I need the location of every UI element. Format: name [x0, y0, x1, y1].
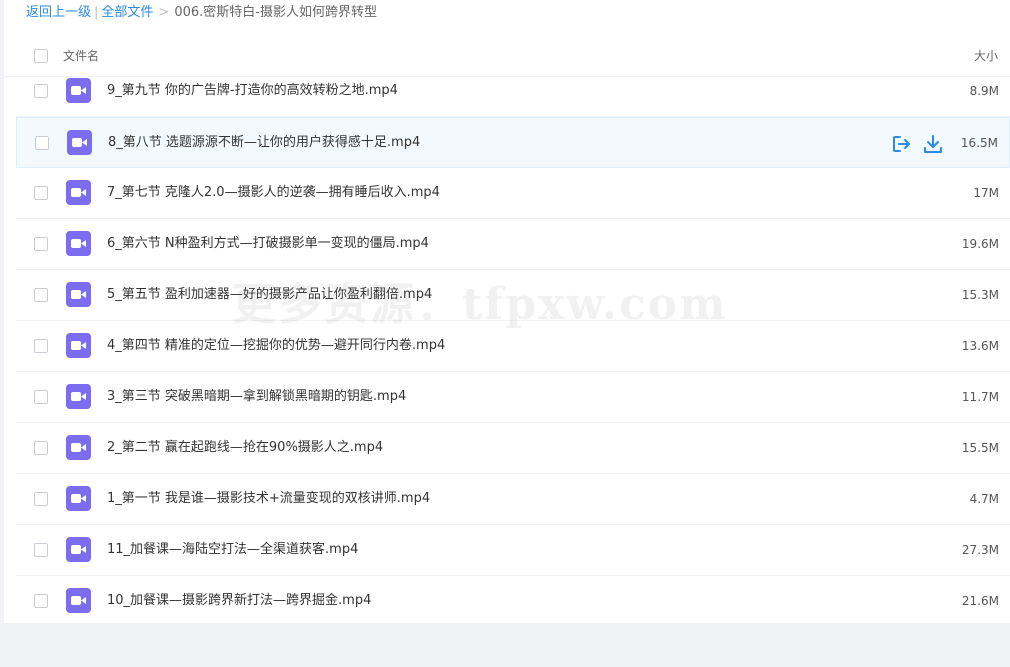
file-name[interactable]: 11_加餐课—海陆空打法—全渠道获客.mp4 [107, 541, 358, 559]
file-size: 17M [973, 186, 999, 200]
video-icon [66, 588, 91, 613]
file-row[interactable]: 11_加餐课—海陆空打法—全渠道获客.mp4 27.3M [16, 525, 1010, 576]
file-size: 19.6M [961, 237, 999, 251]
row-checkbox[interactable] [34, 492, 48, 506]
file-size: 13.6M [961, 339, 999, 353]
file-size: 15.5M [961, 441, 999, 455]
file-list-panel: 返回上一级 | 全部文件 >006.密斯特白-摄影人如何跨界转型 文件名 大小 9_第… [4, 0, 1010, 627]
video-icon [67, 130, 92, 155]
file-size: 11.7M [961, 390, 999, 404]
row-checkbox[interactable] [34, 339, 48, 353]
all-files-link[interactable]: 全部文件 [101, 5, 153, 20]
file-row[interactable]: 8_第八节 选题源源不断—让你的用户获得感十足.mp4 16.5M [16, 117, 1010, 168]
file-row[interactable]: 1_第一节 我是谁—摄影技术+流量变现的双核讲师.mp4 4.7M [16, 474, 1010, 525]
file-row[interactable]: 7_第七节 克隆人2.0—摄影人的逆袭—拥有睡后收入.mp4 17M [16, 168, 1010, 219]
column-header-size[interactable]: 大小 [974, 47, 998, 64]
file-row[interactable]: 9_第九节 你的广告牌-打造你的高效转粉之地.mp4 8.9M [16, 66, 1010, 117]
file-row[interactable]: 10_加餐课—摄影跨界新打法—跨界掘金.mp4 21.6M [16, 576, 1010, 627]
file-name[interactable]: 8_第八节 选题源源不断—让你的用户获得感十足.mp4 [108, 134, 420, 152]
video-icon [66, 282, 91, 307]
video-icon [66, 333, 91, 358]
file-row[interactable]: 5_第五节 盈利加速器—好的摄影产品让你盈利翻倍.mp4 15.3M [16, 270, 1010, 321]
select-all-checkbox[interactable] [34, 49, 48, 63]
file-name[interactable]: 1_第一节 我是谁—摄影技术+流量变现的双核讲师.mp4 [107, 490, 430, 508]
file-name[interactable]: 9_第九节 你的广告牌-打造你的高效转粉之地.mp4 [107, 82, 398, 100]
file-name[interactable]: 2_第二节 赢在起跑线—抢在90%摄影人之.mp4 [107, 439, 383, 457]
row-checkbox[interactable] [34, 594, 48, 608]
video-icon [66, 78, 91, 103]
file-name[interactable]: 10_加餐课—摄影跨界新打法—跨界掘金.mp4 [107, 592, 371, 610]
video-icon [66, 231, 91, 256]
row-checkbox[interactable] [34, 441, 48, 455]
file-name[interactable]: 4_第四节 精准的定位—挖掘你的优势—避开同行内卷.mp4 [107, 337, 445, 355]
breadcrumb-separator: > [158, 5, 170, 20]
video-icon [66, 537, 91, 562]
row-checkbox[interactable] [34, 84, 48, 98]
breadcrumb: 返回上一级 | 全部文件 >006.密斯特白-摄影人如何跨界转型 [26, 4, 377, 22]
file-row[interactable]: 4_第四节 精准的定位—挖掘你的优势—避开同行内卷.mp4 13.6M [16, 321, 1010, 372]
video-icon [66, 486, 91, 511]
file-name[interactable]: 5_第五节 盈利加速器—好的摄影产品让你盈利翻倍.mp4 [107, 286, 432, 304]
download-icon[interactable] [922, 133, 944, 155]
video-icon [66, 384, 91, 409]
row-checkbox[interactable] [35, 136, 49, 150]
file-name[interactable]: 7_第七节 克隆人2.0—摄影人的逆袭—拥有睡后收入.mp4 [107, 184, 440, 202]
row-checkbox[interactable] [34, 288, 48, 302]
file-size: 4.7M [969, 492, 999, 506]
share-icon[interactable] [890, 133, 912, 155]
file-row[interactable]: 6_第六节 N种盈利方式—打破摄影单一变现的僵局.mp4 19.6M [16, 219, 1010, 270]
column-header-name[interactable]: 文件名 [63, 47, 99, 64]
breadcrumb-current: 006.密斯特白-摄影人如何跨界转型 [174, 5, 377, 20]
file-name[interactable]: 3_第三节 突破黑暗期—拿到解锁黑暗期的钥匙.mp4 [107, 388, 406, 406]
file-size: 21.6M [961, 594, 999, 608]
file-row[interactable]: 3_第三节 突破黑暗期—拿到解锁黑暗期的钥匙.mp4 11.7M [16, 372, 1010, 423]
row-checkbox[interactable] [34, 186, 48, 200]
breadcrumb-divider: | [94, 5, 99, 20]
file-name[interactable]: 6_第六节 N种盈利方式—打破摄影单一变现的僵局.mp4 [107, 235, 429, 253]
video-icon [66, 435, 91, 460]
file-size: 27.3M [961, 543, 999, 557]
row-checkbox[interactable] [34, 390, 48, 404]
row-checkbox[interactable] [34, 237, 48, 251]
video-icon [66, 180, 91, 205]
file-size: 8.9M [969, 84, 999, 98]
back-link[interactable]: 返回上一级 [26, 5, 91, 20]
row-checkbox[interactable] [34, 543, 48, 557]
file-size: 15.3M [961, 288, 999, 302]
file-size: 16.5M [960, 136, 998, 150]
file-row[interactable]: 2_第二节 赢在起跑线—抢在90%摄影人之.mp4 15.5M [16, 423, 1010, 474]
